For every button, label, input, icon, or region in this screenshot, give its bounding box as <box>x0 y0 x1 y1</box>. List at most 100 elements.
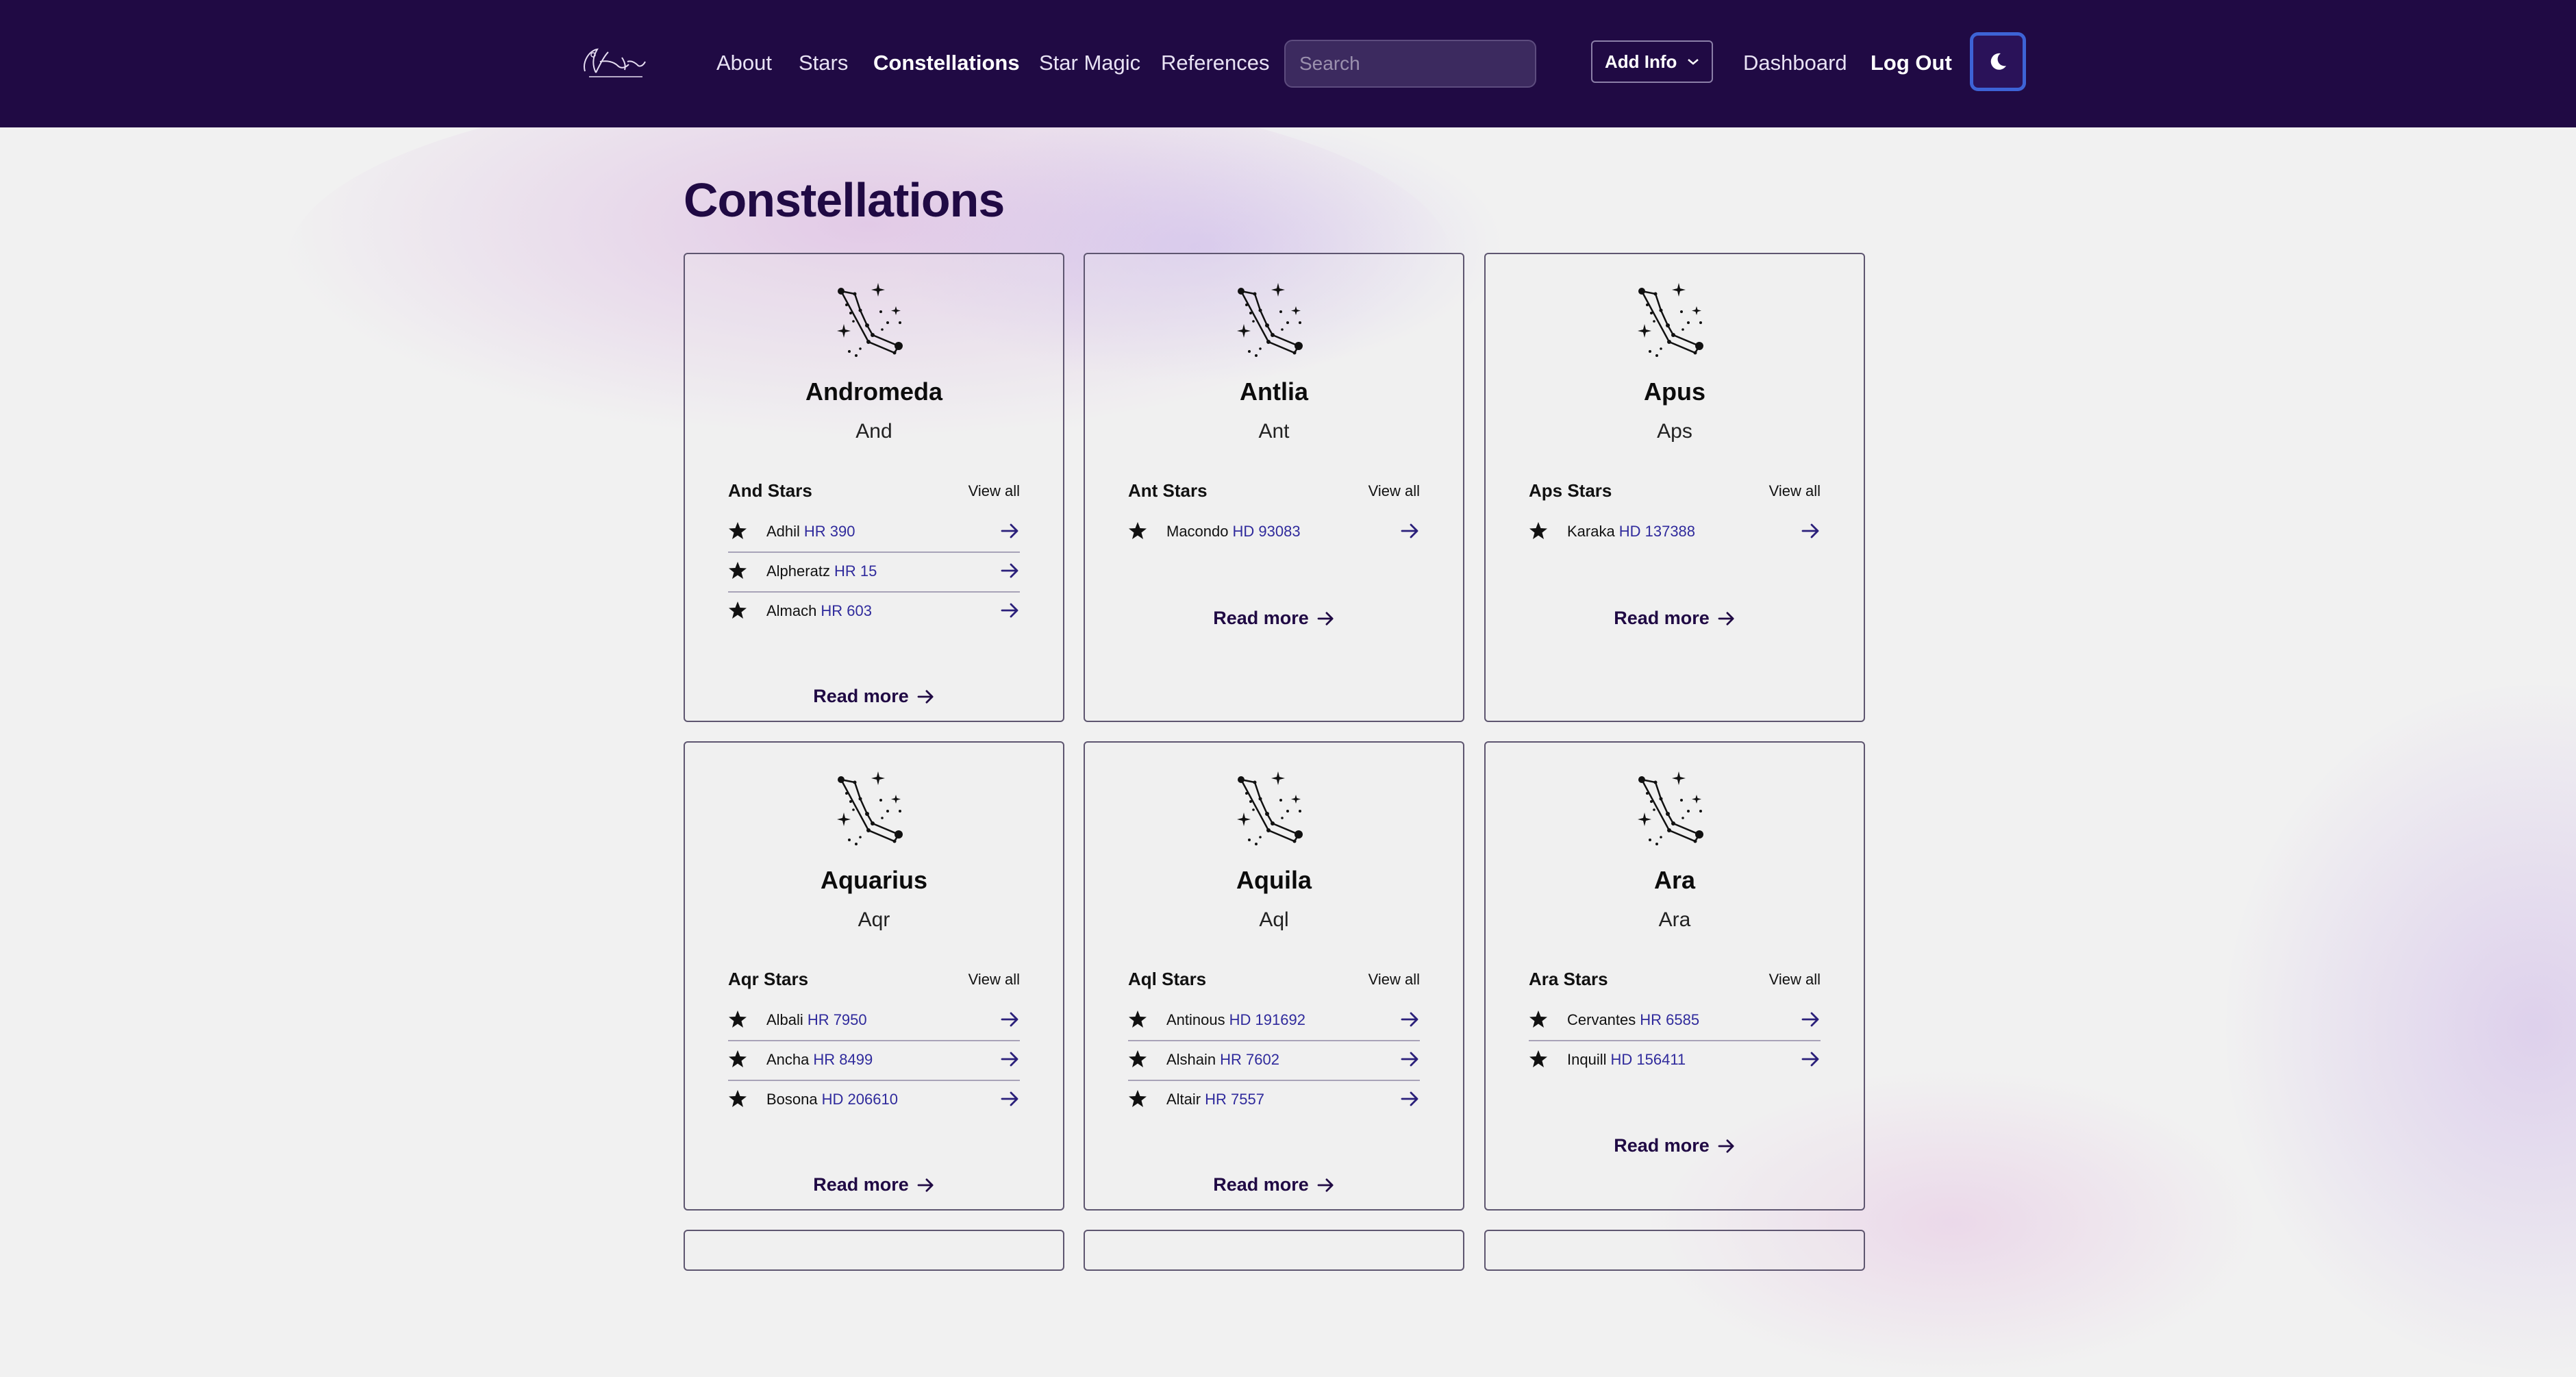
add-info-dropdown[interactable]: Add Info <box>1591 40 1713 83</box>
nav-link-constellations[interactable]: Constellations <box>873 48 1020 78</box>
arrow-right-icon <box>917 1178 935 1193</box>
read-more-link[interactable]: Read more <box>1085 1174 1463 1195</box>
stars-heading: Ant Stars <box>1128 480 1208 501</box>
list-item[interactable]: Almach HR 603 <box>728 593 1020 631</box>
constellation-icon <box>1233 282 1315 364</box>
nav-link-star-magic[interactable]: Star Magic <box>1039 48 1140 78</box>
arrow-right-icon <box>1317 611 1335 626</box>
star-name: Cervantes <box>1567 1011 1636 1028</box>
star-icon <box>728 521 747 541</box>
constellation-name[interactable]: Aquarius <box>685 866 1063 895</box>
list-item[interactable]: Bosona HD 206610 <box>728 1081 1020 1119</box>
list-item[interactable]: Altair HR 7557 <box>1128 1081 1420 1119</box>
read-more-link[interactable]: Read more <box>685 686 1063 707</box>
arrow-right-icon[interactable] <box>1001 562 1020 579</box>
constellation-name[interactable]: Aquila <box>1085 866 1463 895</box>
read-more-link[interactable]: Read more <box>1486 1135 1864 1156</box>
read-more-label: Read more <box>813 1174 909 1195</box>
constellation-name[interactable]: Apus <box>1486 377 1864 406</box>
view-all-link[interactable]: View all <box>1368 482 1420 500</box>
read-more-label: Read more <box>1213 608 1309 628</box>
arrow-right-icon[interactable] <box>1001 1051 1020 1067</box>
constellation-card: Antlia Ant Ant Stars View all Macondo HD … <box>1084 253 1464 722</box>
logout-link[interactable]: Log Out <box>1871 48 1952 78</box>
constellation-card <box>1484 1230 1865 1271</box>
read-more-label: Read more <box>1614 1135 1710 1156</box>
view-all-link[interactable]: View all <box>1769 482 1821 500</box>
list-item[interactable]: Antinous HD 191692 <box>1128 1002 1420 1041</box>
view-all-link[interactable]: View all <box>968 971 1020 989</box>
list-item[interactable]: Alshain HR 7602 <box>1128 1041 1420 1081</box>
site-logo[interactable] <box>579 41 648 84</box>
constellation-card: Aquila Aql Aql Stars View all Antinous HD… <box>1084 741 1464 1211</box>
star-list: Adhil HR 390 Alpheratz HR 15 Almach HR 603 <box>728 513 1020 631</box>
star-name: Bosona <box>766 1091 818 1108</box>
arrow-right-icon[interactable] <box>1801 1051 1821 1067</box>
arrow-right-icon[interactable] <box>1401 1011 1420 1028</box>
constellation-icon <box>1634 282 1716 364</box>
nav-link-stars[interactable]: Stars <box>799 48 848 78</box>
arrow-right-icon[interactable] <box>1801 1011 1821 1028</box>
list-item[interactable]: Cervantes HR 6585 <box>1529 1002 1821 1041</box>
star-list: Antinous HD 191692 Alshain HR 7602 Altair H… <box>1128 1002 1420 1119</box>
constellation-card <box>684 1230 1064 1271</box>
star-catalog-id: HR 6585 <box>1640 1011 1700 1028</box>
dark-mode-toggle[interactable] <box>1970 32 2026 91</box>
arrow-right-icon[interactable] <box>1001 1011 1020 1028</box>
constellation-icon <box>833 282 915 364</box>
constellation-grid: Andromeda And And Stars View all Adhil HR… <box>0 0 2576 1271</box>
stars-heading: Ara Stars <box>1529 969 1608 989</box>
star-list: Macondo HD 93083 <box>1128 513 1420 551</box>
arrow-right-icon[interactable] <box>1401 1091 1420 1107</box>
constellation-name[interactable]: Antlia <box>1085 377 1463 406</box>
arrow-right-icon[interactable] <box>1401 1051 1420 1067</box>
star-icon <box>728 1050 747 1069</box>
constellation-name[interactable]: Ara <box>1486 866 1864 895</box>
view-all-link[interactable]: View all <box>968 482 1020 500</box>
star-icon <box>728 561 747 580</box>
arrow-right-icon[interactable] <box>1001 523 1020 539</box>
arrow-right-icon[interactable] <box>1401 523 1420 539</box>
constellation-abbr: Aqr <box>858 908 890 931</box>
search-input[interactable] <box>1284 40 1536 88</box>
constellation-card: Andromeda And And Stars View all Adhil HR… <box>684 253 1064 722</box>
view-all-link[interactable]: View all <box>1368 971 1420 989</box>
navbar: About Stars Constellations Star Magic Re… <box>0 0 2576 127</box>
star-list: Karaka HD 137388 <box>1529 513 1821 551</box>
constellation-icon <box>833 770 915 852</box>
read-more-link[interactable]: Read more <box>1486 608 1864 629</box>
star-icon <box>1529 1050 1548 1069</box>
star-catalog-id: HD 191692 <box>1229 1011 1305 1028</box>
read-more-link[interactable]: Read more <box>685 1174 1063 1195</box>
star-icon <box>1128 521 1147 541</box>
arrow-right-icon[interactable] <box>1001 1091 1020 1107</box>
star-icon <box>1128 1050 1147 1069</box>
arrow-right-icon[interactable] <box>1001 602 1020 619</box>
list-item[interactable]: Adhil HR 390 <box>728 513 1020 553</box>
constellation-card: Apus Aps Aps Stars View all Karaka HD 137… <box>1484 253 1865 722</box>
arrow-right-icon[interactable] <box>1801 523 1821 539</box>
star-name: Inquill <box>1567 1051 1607 1068</box>
star-icon <box>728 1089 747 1108</box>
list-item[interactable]: Inquill HD 156411 <box>1529 1041 1821 1080</box>
star-icon <box>1529 521 1548 541</box>
star-name: Albali <box>766 1011 803 1028</box>
nav-link-about[interactable]: About <box>716 48 772 78</box>
list-item[interactable]: Albali HR 7950 <box>728 1002 1020 1041</box>
list-item[interactable]: Karaka HD 137388 <box>1529 513 1821 551</box>
nav-link-references[interactable]: References <box>1161 48 1270 78</box>
list-item[interactable]: Macondo HD 93083 <box>1128 513 1420 551</box>
constellation-card <box>1084 1230 1464 1271</box>
constellation-name[interactable]: Andromeda <box>685 377 1063 406</box>
view-all-link[interactable]: View all <box>1769 971 1821 989</box>
constellation-abbr: Aps <box>1657 420 1692 443</box>
star-catalog-id: HR 7950 <box>807 1011 867 1028</box>
list-item[interactable]: Ancha HR 8499 <box>728 1041 1020 1081</box>
star-catalog-id: HR 7602 <box>1220 1051 1279 1068</box>
arrow-right-icon <box>1718 1139 1736 1154</box>
star-name: Ancha <box>766 1051 810 1068</box>
read-more-link[interactable]: Read more <box>1085 608 1463 629</box>
star-catalog-id: HR 390 <box>803 523 855 540</box>
nav-link-dashboard[interactable]: Dashboard <box>1743 48 1847 78</box>
list-item[interactable]: Alpheratz HR 15 <box>728 553 1020 593</box>
